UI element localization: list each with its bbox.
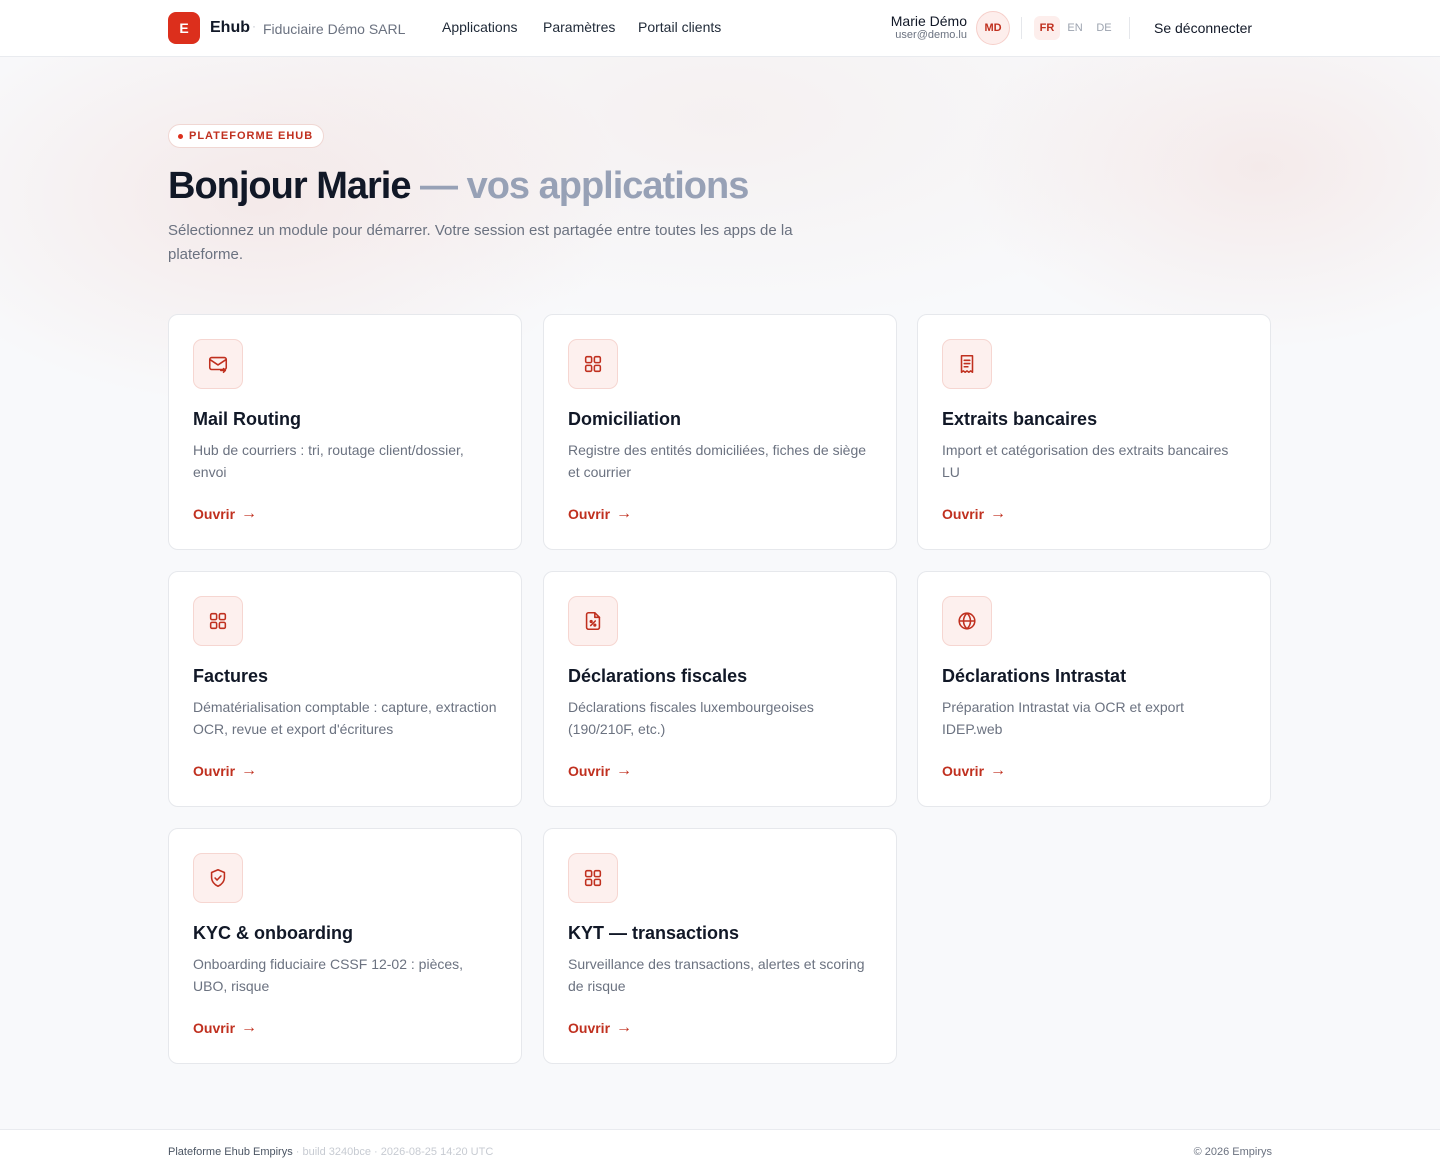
language-fr[interactable]: FR: [1034, 16, 1060, 40]
logout-button[interactable]: Se déconnecter: [1154, 20, 1252, 36]
arrow-right-icon: →: [241, 1019, 258, 1036]
card-description: Onboarding fiduciaire CSSF 12-02 : pièce…: [193, 956, 464, 994]
language-en[interactable]: EN: [1062, 16, 1088, 40]
open-link-label: Ouvrir: [568, 763, 611, 779]
card-title: KYC & onboarding: [193, 923, 353, 943]
card-title: Mail Routing: [193, 409, 301, 429]
app-card-intrastat[interactable]: Déclarations Intrastat Préparation Intra…: [917, 571, 1271, 807]
card-description: Préparation Intrastat via OCR et export …: [942, 699, 1184, 737]
card-description: Surveillance des transactions, alertes e…: [568, 956, 865, 994]
card-title: Extraits bancaires: [942, 409, 1098, 429]
page-title-greeting: Bonjour Marie: [168, 165, 411, 207]
language-de[interactable]: DE: [1091, 16, 1117, 40]
grid-icon: [568, 339, 618, 389]
open-link[interactable]: Ouvrir →: [193, 762, 258, 780]
app-card-kyt-transactions[interactable]: KYT — transactions Surveillance des tran…: [543, 828, 897, 1064]
platform-badge: PLATEFORME EHUB: [168, 124, 325, 148]
grid-icon: [193, 596, 243, 646]
open-link-label: Ouvrir: [193, 506, 236, 522]
footer-product: Plateforme Ehub Empirys · build 3240bce …: [168, 1146, 493, 1158]
open-link[interactable]: Ouvrir →: [193, 505, 258, 523]
arrow-right-icon: →: [241, 505, 258, 522]
badge-label: PLATEFORME EHUB: [189, 130, 314, 142]
app-card-tax-declarations[interactable]: Déclarations fiscales Déclarations fisca…: [543, 571, 897, 807]
divider: [1129, 17, 1130, 39]
app-logo[interactable]: E: [168, 12, 200, 44]
footer-build-info: · build 3240bce · 2026-08-25 14:20 UTC: [292, 1146, 494, 1158]
open-link[interactable]: Ouvrir →: [568, 505, 633, 523]
nav-applications[interactable]: Applications: [442, 19, 518, 35]
card-title: KYT — transactions: [568, 923, 740, 943]
card-title: Déclarations Intrastat: [942, 666, 1127, 686]
card-description: Import et catégorisation des extraits ba…: [942, 442, 1229, 480]
footer-product-name: Plateforme Ehub Empirys: [168, 1146, 293, 1158]
nav-client-portal[interactable]: Portail clients: [638, 19, 721, 35]
open-link[interactable]: Ouvrir →: [568, 762, 633, 780]
page-title-suffix: — vos applications: [410, 165, 749, 207]
user-name: Marie Démo: [890, 13, 967, 29]
grid-icon: [568, 853, 618, 903]
app-card-domiciliation[interactable]: Domiciliation Registre des entités domic…: [543, 314, 897, 550]
nav-settings[interactable]: Paramètres: [543, 19, 615, 35]
page-title: Bonjour Marie — vos applications: [168, 164, 749, 208]
mail-icon: [193, 339, 243, 389]
user-email: user@demo.lu: [895, 29, 967, 41]
badge-dot-icon: [178, 133, 183, 139]
arrow-right-icon: →: [241, 762, 258, 779]
card-title: Déclarations fiscales: [568, 666, 748, 686]
card-description: Dématérialisation comptable : capture, e…: [193, 699, 497, 737]
app-card-kyc-onboarding[interactable]: KYC & onboarding Onboarding fiduciaire C…: [168, 828, 522, 1064]
open-link[interactable]: Ouvrir →: [193, 1019, 258, 1037]
card-description: Déclarations fiscales luxembourgeoises (…: [568, 699, 814, 737]
footer-copyright: © 2026 Empirys: [1193, 1146, 1272, 1158]
brand-name[interactable]: Ehub: [210, 19, 250, 37]
organization-name: Fiduciaire Démo SARL: [263, 21, 406, 37]
app-card-mail-routing[interactable]: Mail Routing Hub de courriers : tri, rou…: [168, 314, 522, 550]
card-title: Factures: [193, 666, 269, 686]
open-link-label: Ouvrir: [568, 1020, 611, 1036]
arrow-right-icon: →: [616, 762, 633, 779]
page-footer: Plateforme Ehub Empirys · build 3240bce …: [0, 1129, 1440, 1175]
page-subtitle: Sélectionnez un module pour démarrer. Vo…: [168, 222, 793, 263]
card-description: Registre des entités domiciliées, fiches…: [568, 442, 867, 480]
open-link-label: Ouvrir: [942, 763, 985, 779]
arrow-right-icon: →: [990, 505, 1007, 522]
arrow-right-icon: →: [616, 1019, 633, 1036]
globe-icon: [942, 596, 992, 646]
open-link-label: Ouvrir: [193, 763, 236, 779]
app-card-invoices[interactable]: Factures Dématérialisation comptable : c…: [168, 571, 522, 807]
arrow-right-icon: →: [616, 505, 633, 522]
app-card-bank-statements[interactable]: Extraits bancaires Import et catégorisat…: [917, 314, 1271, 550]
arrow-right-icon: →: [990, 762, 1007, 779]
open-link[interactable]: Ouvrir →: [942, 762, 1007, 780]
brand-separator: ·: [252, 19, 256, 33]
shield-check-icon: [193, 853, 243, 903]
tax-document-icon: [568, 596, 618, 646]
card-title: Domiciliation: [568, 409, 682, 429]
card-description: Hub de courriers : tri, routage client/d…: [193, 442, 464, 480]
receipt-icon: [942, 339, 992, 389]
open-link-label: Ouvrir: [193, 1020, 236, 1036]
open-link-label: Ouvrir: [568, 506, 611, 522]
open-link-label: Ouvrir: [942, 506, 985, 522]
top-navigation-bar: E Ehub · Fiduciaire Démo SARL Applicatio…: [0, 0, 1440, 57]
open-link[interactable]: Ouvrir →: [568, 1019, 633, 1037]
open-link[interactable]: Ouvrir →: [942, 505, 1007, 523]
user-avatar[interactable]: MD: [976, 11, 1010, 45]
divider: [1021, 17, 1022, 39]
